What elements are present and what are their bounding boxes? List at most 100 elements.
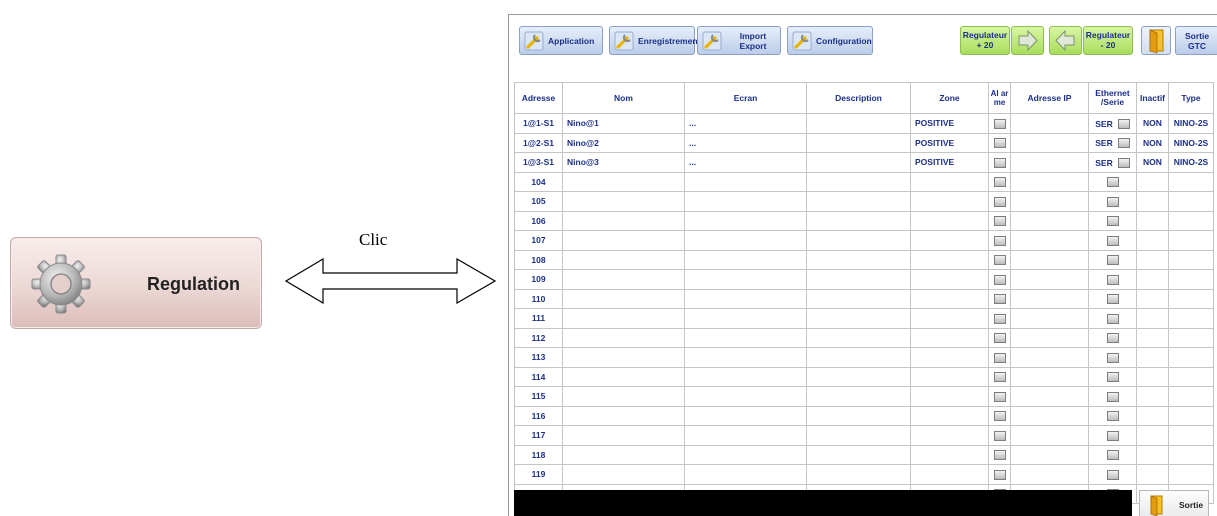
cell-adresse-ip[interactable] — [1010, 288, 1089, 309]
cell-ecran[interactable] — [684, 171, 807, 192]
cell-nom[interactable]: Nino@1 — [562, 113, 685, 134]
cell-inactif[interactable]: NON — [1136, 132, 1169, 153]
cell-description[interactable] — [806, 249, 911, 270]
cell-type[interactable] — [1168, 464, 1214, 485]
alarme-checkbox[interactable] — [993, 196, 1006, 207]
cell-ecran[interactable]: ... — [684, 113, 807, 134]
cell-description[interactable] — [806, 386, 911, 407]
cell-ecran[interactable] — [684, 444, 807, 465]
cell-zone[interactable] — [910, 327, 989, 348]
ethernet-checkbox[interactable] — [1106, 372, 1119, 383]
cell-ecran[interactable]: ... — [684, 132, 807, 153]
ethernet-checkbox[interactable] — [1106, 313, 1119, 324]
exit-door-button[interactable] — [1141, 26, 1171, 55]
cell-type[interactable] — [1168, 327, 1214, 348]
cell-zone[interactable]: POSITIVE — [910, 132, 989, 153]
cell-adresse[interactable]: 106 — [514, 210, 563, 231]
col-zone[interactable]: Zone — [910, 82, 989, 114]
table-row[interactable]: 1@3-S1 Nino@3... POSITIVE SER NON NINO-2S — [514, 152, 1214, 173]
cell-nom[interactable] — [562, 425, 685, 446]
cell-adresse[interactable]: 113 — [514, 347, 563, 368]
cell-ecran[interactable]: ... — [684, 152, 807, 173]
ethernet-checkbox[interactable] — [1117, 138, 1130, 149]
configuration-button[interactable]: Configuration — [787, 26, 873, 55]
regulateur-minus-20-button[interactable]: Regulateur - 20 — [1083, 26, 1133, 55]
alarme-checkbox[interactable] — [993, 177, 1006, 188]
cell-type[interactable] — [1168, 171, 1214, 192]
cell-type[interactable] — [1168, 425, 1214, 446]
cell-adresse[interactable]: 118 — [514, 444, 563, 465]
cell-description[interactable] — [806, 269, 911, 290]
alarme-checkbox[interactable] — [993, 411, 1006, 422]
cell-description[interactable] — [806, 347, 911, 368]
cell-zone[interactable]: POSITIVE — [910, 113, 989, 134]
cell-nom[interactable] — [562, 405, 685, 426]
cell-description[interactable] — [806, 425, 911, 446]
cell-description[interactable] — [806, 308, 911, 329]
cell-ecran[interactable] — [684, 288, 807, 309]
cell-zone[interactable] — [910, 308, 989, 329]
cell-type[interactable]: NINO-2S — [1168, 132, 1214, 153]
cell-adresse-ip[interactable] — [1010, 191, 1089, 212]
cell-adresse[interactable]: 111 — [514, 308, 563, 329]
alarme-checkbox[interactable] — [993, 450, 1006, 461]
col-type[interactable]: Type — [1168, 82, 1214, 114]
cell-nom[interactable] — [562, 347, 685, 368]
table-row[interactable]: 107 — [514, 230, 1214, 251]
cell-type[interactable] — [1168, 249, 1214, 270]
table-row[interactable]: 113 — [514, 347, 1214, 368]
cell-inactif[interactable]: NON — [1136, 113, 1169, 134]
ethernet-checkbox[interactable] — [1106, 352, 1119, 363]
table-row[interactable]: 117 — [514, 425, 1214, 446]
cell-zone[interactable] — [910, 366, 989, 387]
cell-adresse-ip[interactable] — [1010, 405, 1089, 426]
table-row[interactable]: 116 — [514, 405, 1214, 426]
cell-ecran[interactable] — [684, 405, 807, 426]
cell-type[interactable] — [1168, 308, 1214, 329]
cell-adresse[interactable]: 112 — [514, 327, 563, 348]
ethernet-checkbox[interactable] — [1106, 430, 1119, 441]
cell-nom[interactable] — [562, 269, 685, 290]
cell-nom[interactable] — [562, 386, 685, 407]
cell-nom[interactable] — [562, 366, 685, 387]
cell-inactif[interactable] — [1136, 386, 1169, 407]
cell-inactif[interactable] — [1136, 171, 1169, 192]
cell-adresse[interactable]: 117 — [514, 425, 563, 446]
cell-zone[interactable] — [910, 210, 989, 231]
cell-description[interactable] — [806, 444, 911, 465]
cell-ecran[interactable] — [684, 249, 807, 270]
cell-zone[interactable] — [910, 444, 989, 465]
alarme-checkbox[interactable] — [993, 294, 1006, 305]
cell-nom[interactable] — [562, 327, 685, 348]
cell-adresse[interactable]: 1@3-S1 — [514, 152, 563, 173]
cell-adresse-ip[interactable] — [1010, 152, 1089, 173]
cell-adresse-ip[interactable] — [1010, 230, 1089, 251]
cell-nom[interactable]: Nino@3 — [562, 152, 685, 173]
cell-ecran[interactable] — [684, 191, 807, 212]
cell-adresse[interactable]: 104 — [514, 171, 563, 192]
regulateur-plus-20-button[interactable]: Regulateur + 20 — [960, 26, 1010, 55]
cell-adresse-ip[interactable] — [1010, 347, 1089, 368]
cell-adresse[interactable]: 119 — [514, 464, 563, 485]
cell-adresse-ip[interactable] — [1010, 132, 1089, 153]
table-row[interactable]: 118 — [514, 444, 1214, 465]
cell-nom[interactable] — [562, 210, 685, 231]
cell-inactif[interactable] — [1136, 269, 1169, 290]
cell-zone[interactable] — [910, 171, 989, 192]
ethernet-checkbox[interactable] — [1106, 196, 1119, 207]
sortie-gtc-button[interactable]: Sortie GTC — [1175, 26, 1217, 55]
cell-adresse[interactable]: 115 — [514, 386, 563, 407]
ethernet-checkbox[interactable] — [1106, 274, 1119, 285]
cell-adresse-ip[interactable] — [1010, 308, 1089, 329]
alarme-checkbox[interactable] — [993, 255, 1006, 266]
col-alarme[interactable]: Al ar me — [988, 82, 1011, 114]
cell-description[interactable] — [806, 210, 911, 231]
cell-adresse-ip[interactable] — [1010, 269, 1089, 290]
cell-adresse[interactable]: 1@2-S1 — [514, 132, 563, 153]
import-export-button[interactable]: Import Export — [697, 26, 781, 55]
table-row[interactable]: 109 — [514, 269, 1214, 290]
ethernet-checkbox[interactable] — [1106, 177, 1119, 188]
cell-type[interactable] — [1168, 386, 1214, 407]
alarme-checkbox[interactable] — [993, 469, 1006, 480]
cell-type[interactable] — [1168, 269, 1214, 290]
